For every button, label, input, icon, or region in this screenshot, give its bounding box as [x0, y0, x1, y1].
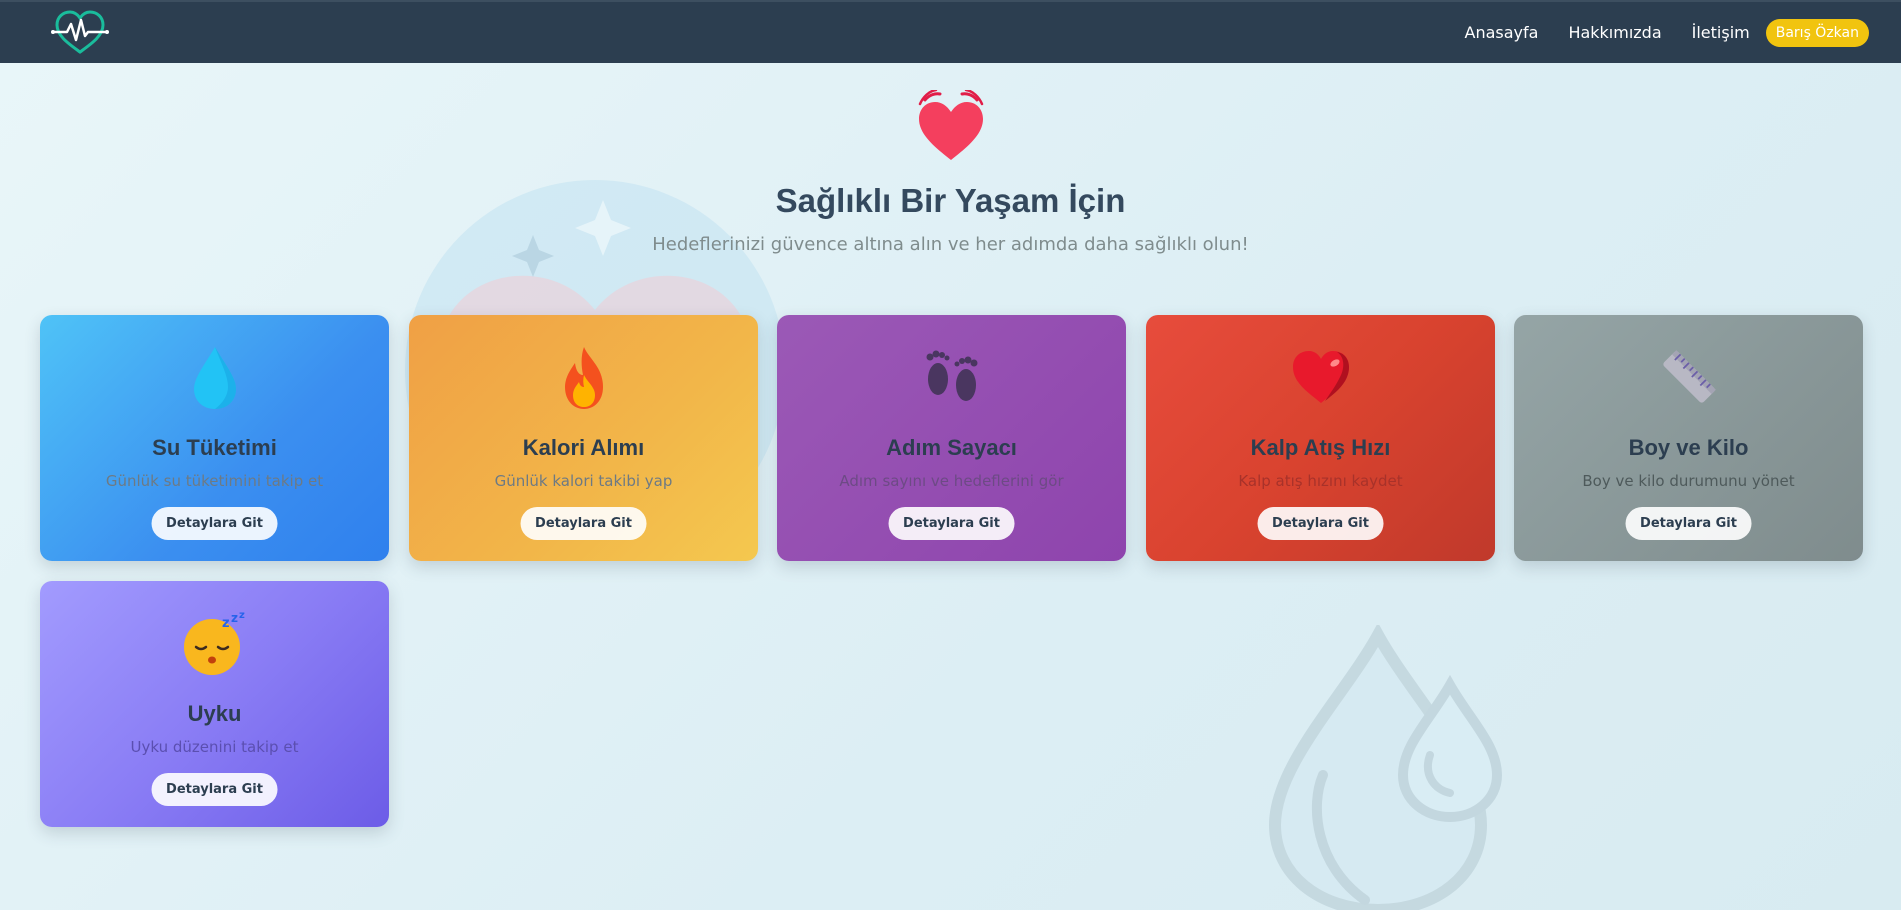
page-subtitle: Hedeflerinizi güvence altına alın ve her… — [652, 234, 1249, 255]
svg-text:z: z — [231, 611, 238, 625]
card-sleep: z z z Uyku Uyku düzenini takip et Detayl… — [40, 581, 389, 827]
heart-rate-details-button[interactable]: Detaylara Git — [1257, 507, 1384, 540]
hero-section: Sağlıklı Bir Yaşam İçin Hedeflerinizi gü… — [0, 63, 1901, 255]
nav-link-contact[interactable]: İletişim — [1692, 23, 1750, 42]
nav-link-home[interactable]: Anasayfa — [1465, 23, 1539, 42]
card-water-intake: Su Tüketimi Günlük su tüketimini takip e… — [40, 315, 389, 561]
card-title: Kalp Atış Hızı — [1250, 435, 1391, 460]
card-description: Boy ve kilo durumunu yönet — [1582, 472, 1795, 490]
beating-heart-icon — [918, 90, 983, 160]
nav-links: Anasayfa Hakkımızda İletişim Barış Özkan — [1465, 18, 1869, 47]
card-heart-rate: Kalp Atış Hızı Kalp atış hızını kaydet D… — [1146, 315, 1495, 561]
card-title: Su Tüketimi — [152, 435, 277, 460]
card-description: Günlük kalori takibi yap — [494, 472, 673, 490]
footprints-icon — [777, 345, 1126, 415]
page-title: Sağlıklı Bir Yaşam İçin — [775, 182, 1126, 219]
steps-details-button[interactable]: Detaylara Git — [888, 507, 1015, 540]
card-title: Adım Sayacı — [886, 435, 1017, 460]
background-water-drops-decoration-icon — [1268, 625, 1503, 910]
ruler-icon — [1514, 345, 1863, 415]
svg-text:z: z — [239, 611, 245, 621]
card-description: Adım sayını ve hedeflerini gör — [839, 472, 1064, 490]
svg-text:z: z — [222, 616, 230, 631]
card-height-weight: Boy ve Kilo Boy ve kilo durumunu yönet D… — [1514, 315, 1863, 561]
height-weight-details-button[interactable]: Detaylara Git — [1625, 507, 1752, 540]
heart-icon — [1146, 345, 1495, 415]
fire-icon — [409, 345, 758, 415]
water-drop-icon — [40, 345, 389, 415]
card-description: Uyku düzenini takip et — [130, 738, 299, 756]
user-name-badge[interactable]: Barış Özkan — [1765, 18, 1869, 47]
card-title: Uyku — [187, 701, 242, 726]
sleep-details-button[interactable]: Detaylara Git — [151, 773, 278, 806]
card-step-counter: Adım Sayacı Adım sayını ve hedeflerini g… — [777, 315, 1126, 561]
nav-link-about[interactable]: Hakkımızda — [1568, 23, 1661, 42]
calorie-details-button[interactable]: Detaylara Git — [520, 507, 647, 540]
sleeping-face-icon: z z z — [40, 611, 389, 681]
water-details-button[interactable]: Detaylara Git — [151, 507, 278, 540]
top-navbar: Anasayfa Hakkımızda İletişim Barış Özkan — [0, 0, 1901, 63]
heart-pulse-logo-icon[interactable] — [50, 9, 110, 57]
card-description: Kalp atış hızını kaydet — [1238, 472, 1403, 490]
card-title: Boy ve Kilo — [1628, 435, 1749, 460]
card-calorie-intake: Kalori Alımı Günlük kalori takibi yap De… — [409, 315, 758, 561]
card-description: Günlük su tüketimini takip et — [105, 472, 324, 490]
card-title: Kalori Alımı — [522, 435, 645, 460]
